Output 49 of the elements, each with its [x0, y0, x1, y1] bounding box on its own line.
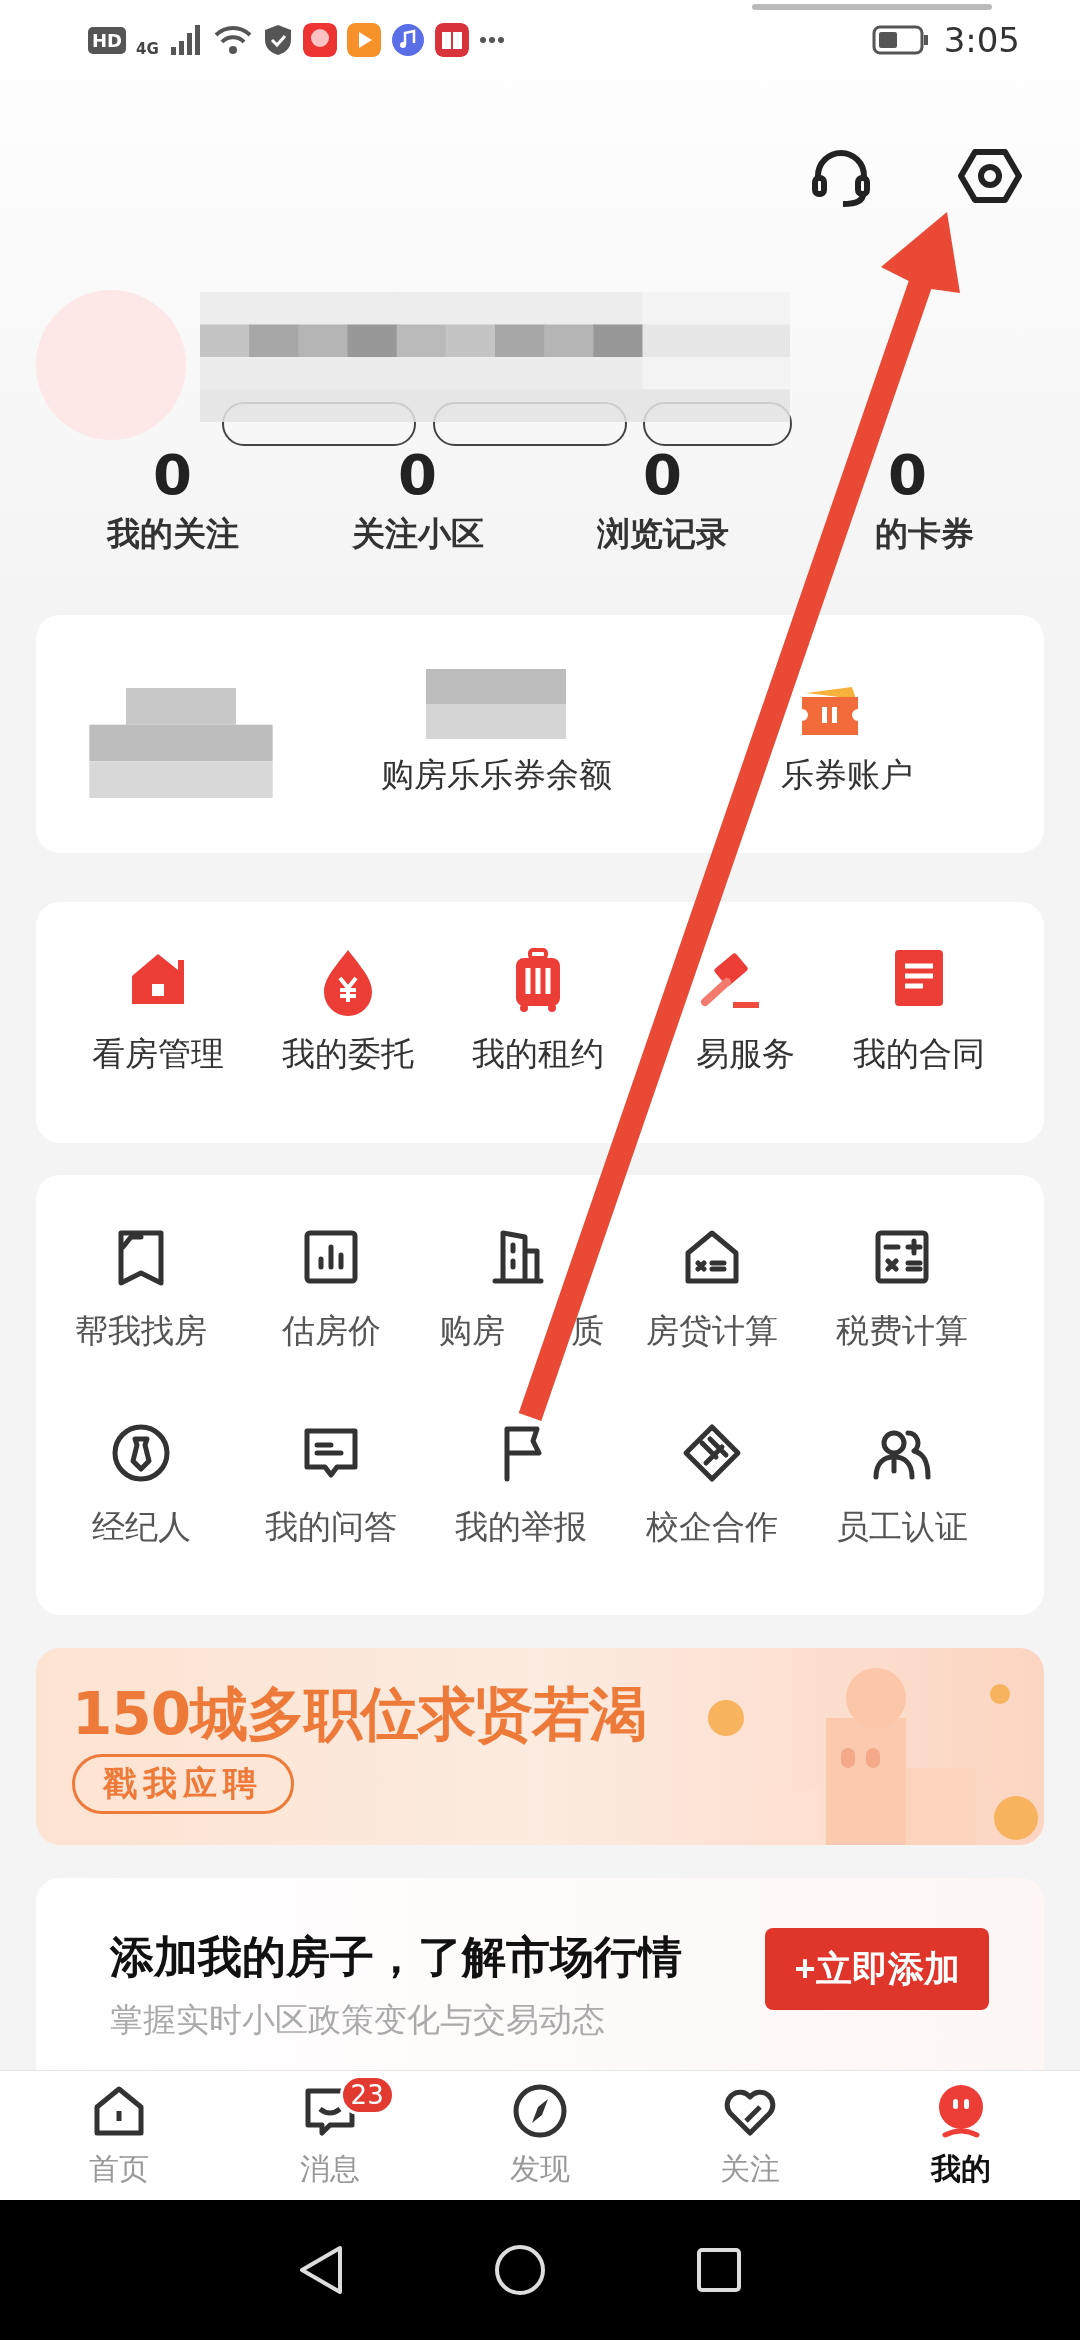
tool-label[interactable]: 购房 [439, 1309, 505, 1354]
stat-count: 0 [888, 441, 927, 509]
add-now-button[interactable]: +立即添加 [765, 1928, 989, 2010]
tab[interactable]: 我的 [855, 2081, 1066, 2199]
service-label[interactable]: 我的合同 [852, 1032, 985, 1077]
app-icon [302, 23, 337, 57]
coupon-label[interactable]: 乐券账户 [780, 753, 913, 798]
stat-label[interactable]: 的卡券 [874, 512, 974, 557]
signal-icon [168, 23, 203, 57]
more-icon [478, 36, 505, 44]
tool-label[interactable]: 帮我找房 [75, 1309, 208, 1354]
hd-label: HD [88, 26, 126, 54]
shield-icon [262, 23, 293, 57]
tool-label-end: 质 [571, 1310, 604, 1352]
promo-title: 添加我的房子，了解市场行情 [110, 1930, 682, 1984]
home-icon[interactable] [494, 2244, 546, 2296]
unread-badge: 23 [339, 2075, 395, 2115]
tool-label[interactable]: 我的问答 [265, 1505, 398, 1550]
network-label: 4G [136, 40, 159, 58]
service-label[interactable]: 看房管理 [92, 1032, 225, 1077]
tool-label[interactable]: 税费计算 [835, 1309, 968, 1354]
service-label[interactable]: 我的租约 [472, 1032, 605, 1077]
wifi-icon [212, 23, 253, 57]
coupon-label[interactable]: 购房乐乐券余额 [380, 753, 612, 798]
tool-label[interactable]: 估房价 [281, 1309, 381, 1354]
play-app-icon [346, 23, 381, 57]
recents-icon[interactable] [696, 2247, 742, 2293]
clock-time: 3:05 [943, 20, 1020, 60]
service-label[interactable]: 我的委托 [282, 1032, 415, 1077]
tool-label[interactable]: 经纪人 [91, 1505, 191, 1550]
stat-count: 0 [398, 441, 437, 509]
promo-subtitle: 掌握实时小区政策变化与交易动态 [110, 1999, 605, 2041]
stat-count: 0 [643, 441, 682, 509]
book-app-icon [434, 23, 469, 57]
banner-title: 150城多职位求贤若渴 [72, 1679, 647, 1750]
tool-label[interactable]: 房贷计算 [645, 1309, 778, 1354]
settings-icon[interactable] [958, 148, 1022, 204]
stat-label[interactable]: 关注小区 [351, 512, 484, 557]
music-app-icon [390, 23, 425, 57]
back-icon[interactable] [298, 2244, 344, 2296]
tool-label[interactable]: 我的举报 [455, 1505, 588, 1550]
stat-label[interactable]: 浏览记录 [596, 512, 729, 557]
stat-label[interactable]: 我的关注 [106, 512, 239, 557]
battery-icon [871, 25, 930, 55]
stat-count: 0 [153, 441, 192, 509]
service-label[interactable]: 易服务 [695, 1032, 795, 1077]
headset-icon[interactable] [810, 148, 872, 208]
tool-label[interactable]: 校企合作 [645, 1505, 778, 1550]
tool-label[interactable]: 员工认证 [835, 1505, 968, 1550]
